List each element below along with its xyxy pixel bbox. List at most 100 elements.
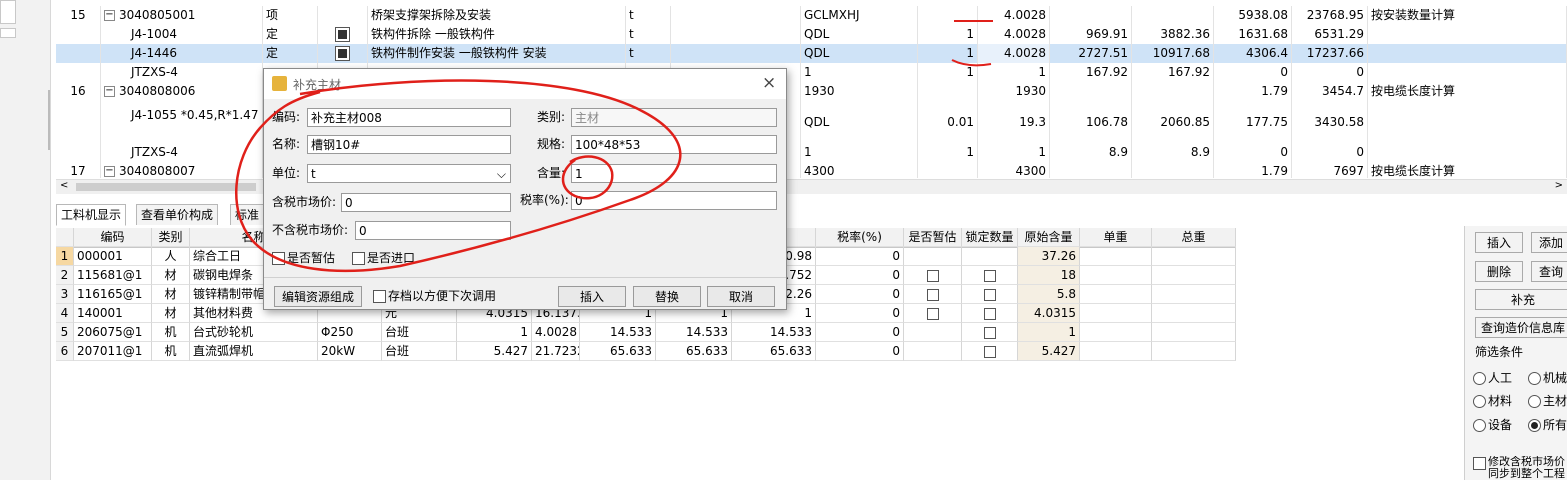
- left-panel-splitter[interactable]: [48, 90, 50, 150]
- material-cell-c5[interactable]: 65.633: [732, 342, 816, 361]
- insert-button[interactable]: 插入: [1475, 232, 1523, 253]
- material-cell-code[interactable]: 140001: [74, 304, 152, 323]
- upper-cell-p1[interactable]: 2727.51: [1050, 44, 1132, 63]
- material-cell-c2[interactable]: 4.0028: [532, 323, 580, 342]
- scroll-right-icon[interactable]: >: [1555, 180, 1563, 191]
- tax-rate-input[interactable]: 0: [571, 191, 777, 210]
- header-cell[interactable]: 锁定数量: [962, 228, 1018, 247]
- material-cell-w2[interactable]: [1152, 266, 1236, 285]
- upper-cell-no[interactable]: [56, 25, 101, 44]
- material-cell-cat[interactable]: 人: [152, 247, 190, 266]
- upper-cell-name[interactable]: 桥架支撑架拆除及安装: [368, 6, 626, 25]
- cancel-button[interactable]: 取消: [707, 286, 775, 307]
- upper-cell-type[interactable]: 定: [263, 25, 318, 44]
- header-cell[interactable]: 原始含量: [1018, 228, 1080, 247]
- scroll-thumb[interactable]: [76, 183, 256, 191]
- radio-icon[interactable]: [1473, 419, 1486, 432]
- upper-cell-p2[interactable]: 8.9: [1132, 143, 1214, 162]
- material-cell-w1[interactable]: [1080, 304, 1152, 323]
- header-cell[interactable]: 税率(%): [816, 228, 904, 247]
- upper-cell-p2[interactable]: [1132, 6, 1214, 25]
- material-cell-tax[interactable]: 0: [816, 342, 904, 361]
- upper-cell-qty[interactable]: 4300: [978, 162, 1050, 178]
- radio-icon[interactable]: [1528, 395, 1541, 408]
- sync-checkbox[interactable]: 修改含税市场价同步到整个工程: [1473, 456, 1567, 480]
- material-cell-est[interactable]: [904, 247, 962, 266]
- supplement-button[interactable]: 补充: [1475, 289, 1567, 310]
- replace-button[interactable]: 替换: [633, 286, 701, 307]
- material-cell-c2[interactable]: 21.7232: [532, 342, 580, 361]
- upper-row[interactable]: 15−3040805001 项桥架支撑架拆除及安装 t GCLMXHJ 4.0028 59…: [56, 6, 1567, 26]
- material-cell-w1[interactable]: [1080, 266, 1152, 285]
- upper-cell-p2[interactable]: [1132, 82, 1214, 101]
- collapse-icon[interactable]: −: [104, 86, 115, 97]
- radio-icon[interactable]: [1473, 395, 1486, 408]
- left-panel-handle[interactable]: [0, 28, 16, 38]
- upper-cell-unit[interactable]: t: [626, 44, 671, 63]
- upper-cell-remark[interactable]: [1368, 44, 1567, 63]
- upper-cell-p3[interactable]: 1.79: [1214, 82, 1292, 101]
- upper-cell-remark[interactable]: [1368, 101, 1567, 143]
- upper-cell-p4[interactable]: 7697: [1292, 162, 1368, 178]
- material-cell-orig[interactable]: 18: [1018, 266, 1080, 285]
- upper-cell-p3[interactable]: 1631.68: [1214, 25, 1292, 44]
- upper-cell-code[interactable]: −3040808007: [101, 162, 263, 178]
- material-cell-c3[interactable]: 14.533: [580, 323, 656, 342]
- edit-resource-button[interactable]: 编辑资源组成: [274, 286, 362, 307]
- material-cell-spec[interactable]: 20kW: [318, 342, 382, 361]
- material-cell-code[interactable]: 116165@1: [74, 285, 152, 304]
- material-cell-no[interactable]: 2: [56, 266, 74, 285]
- upper-cell-no[interactable]: [56, 63, 101, 82]
- upper-cell-code[interactable]: J4-1446: [101, 44, 263, 63]
- dialog-titlebar[interactable]: 补充主材 ×: [264, 69, 786, 99]
- material-cell-tax[interactable]: 0: [816, 323, 904, 342]
- upper-cell-p4[interactable]: 0: [1292, 63, 1368, 82]
- radio-all[interactable]: 所有: [1528, 416, 1567, 433]
- checkbox-icon[interactable]: [983, 345, 996, 358]
- upper-cell-remark[interactable]: [1368, 63, 1567, 82]
- code-input[interactable]: 补充主材008: [307, 108, 511, 127]
- material-cell-lock[interactable]: [962, 247, 1018, 266]
- upper-cell-p4[interactable]: 6531.29: [1292, 25, 1368, 44]
- upper-cell-code[interactable]: JTZXS-4: [101, 143, 263, 162]
- material-cell-code[interactable]: 115681@1: [74, 266, 152, 285]
- upper-cell-no[interactable]: [56, 44, 101, 63]
- material-cell-c1[interactable]: 5.427: [457, 342, 532, 361]
- header-cell[interactable]: 是否暂估: [904, 228, 962, 247]
- query-button[interactable]: 查询: [1531, 261, 1567, 282]
- upper-cell-p3[interactable]: 5938.08: [1214, 6, 1292, 25]
- upper-cell-p1[interactable]: 106.78: [1050, 101, 1132, 143]
- upper-cell-expr[interactable]: 1930: [801, 82, 918, 101]
- upper-cell-no[interactable]: [56, 143, 101, 162]
- upper-cell-p2[interactable]: 3882.36: [1132, 25, 1214, 44]
- material-cell-w1[interactable]: [1080, 247, 1152, 266]
- material-cell-cat[interactable]: 机: [152, 323, 190, 342]
- insert-dialog-button[interactable]: 插入: [558, 286, 626, 307]
- material-cell-tax[interactable]: 0: [816, 247, 904, 266]
- upper-cell-code[interactable]: JTZXS-4: [101, 63, 263, 82]
- upper-cell-code[interactable]: J4-1004: [101, 25, 263, 44]
- material-cell-w2[interactable]: [1152, 247, 1236, 266]
- radio-icon[interactable]: [1528, 419, 1541, 432]
- material-cell-c3[interactable]: 65.633: [580, 342, 656, 361]
- material-cell-no[interactable]: 5: [56, 323, 74, 342]
- header-cell[interactable]: 单重: [1080, 228, 1152, 247]
- upper-cell-remark[interactable]: 按电缆长度计算: [1368, 162, 1567, 178]
- material-cell-tax[interactable]: 0: [816, 304, 904, 323]
- checkbox-icon[interactable]: [983, 307, 996, 320]
- upper-cell-expr[interactable]: 1: [801, 63, 918, 82]
- checkbox-icon[interactable]: [352, 252, 365, 265]
- upper-cell-type[interactable]: 定: [263, 44, 318, 63]
- upper-cell-expr[interactable]: QDL: [801, 44, 918, 63]
- upper-cell-qty_factor[interactable]: [918, 82, 978, 101]
- header-cell[interactable]: 编码: [74, 228, 152, 247]
- upper-row[interactable]: J4-1446 定铁构件制作安装 一般铁构件 安装 t QDL 1 4.0028 2727.…: [56, 44, 1567, 64]
- material-cell-c4[interactable]: 65.633: [656, 342, 732, 361]
- material-cell-no[interactable]: 4: [56, 304, 74, 323]
- material-cell-lock[interactable]: [962, 266, 1018, 285]
- upper-cell-expr[interactable]: 4300: [801, 162, 918, 178]
- material-cell-est[interactable]: [904, 323, 962, 342]
- upper-cell-code[interactable]: −3040805001: [101, 6, 263, 25]
- radio-machine[interactable]: 机械: [1528, 369, 1567, 386]
- notax-price-input[interactable]: 0: [355, 221, 511, 240]
